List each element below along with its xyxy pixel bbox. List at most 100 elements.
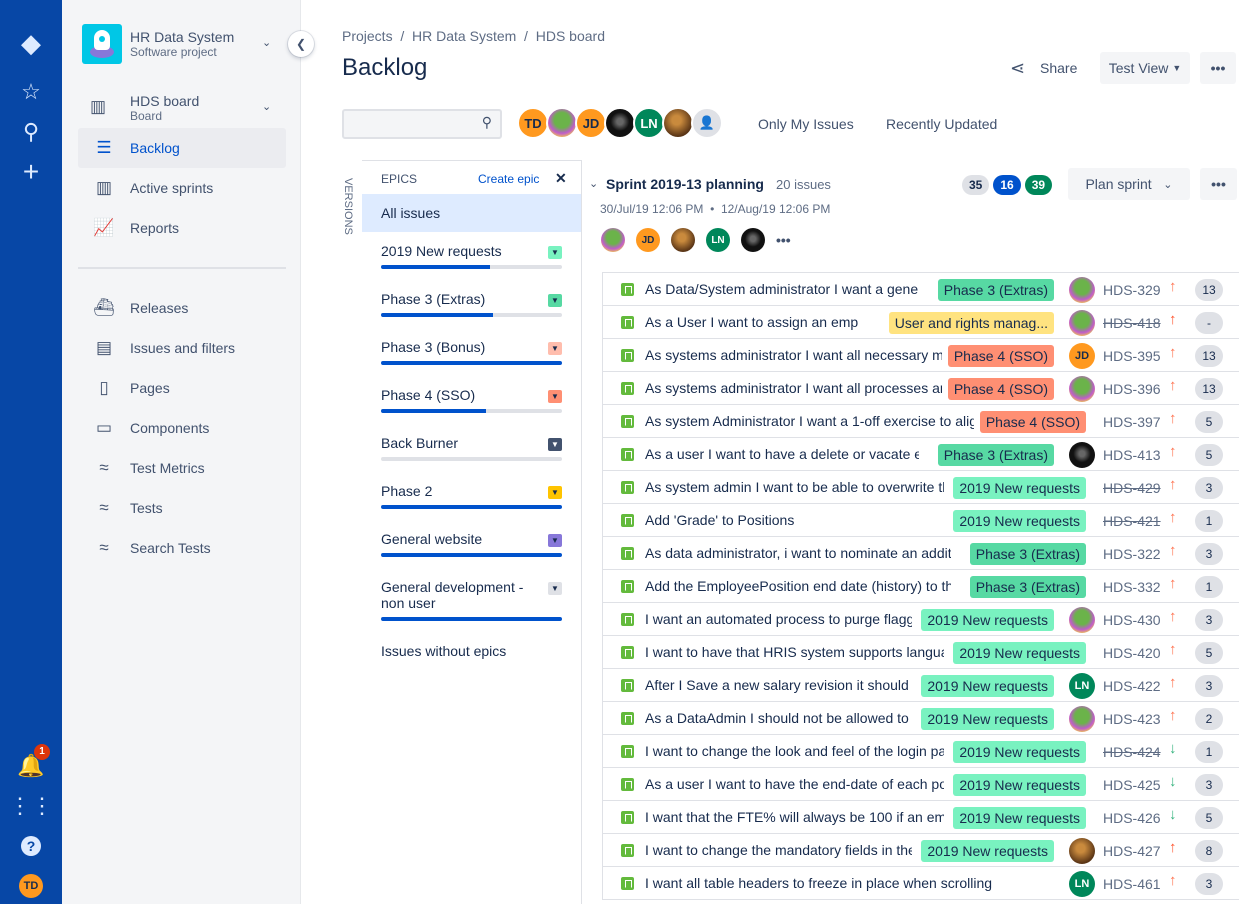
issue-summary[interactable]: As Data/System administrator I want a ge… bbox=[645, 281, 919, 297]
issue-key[interactable]: HDS-422 bbox=[1103, 678, 1161, 694]
sprint-name[interactable]: Sprint 2019-13 planning bbox=[606, 176, 764, 192]
share-button[interactable]: Share bbox=[1040, 60, 1077, 76]
epic-label[interactable]: 2019 New requests bbox=[921, 840, 1054, 862]
issue-row[interactable]: As systems administrator I want all nece… bbox=[603, 339, 1239, 372]
epic-item[interactable]: General development - non user ▼ bbox=[381, 579, 562, 621]
assignee-avatar[interactable] bbox=[1069, 838, 1095, 864]
epic-label[interactable]: 2019 New requests bbox=[921, 675, 1054, 697]
issue-summary[interactable]: Add 'Grade' to Positions bbox=[645, 512, 944, 528]
epic-item[interactable]: Phase 2 ▼ bbox=[381, 483, 562, 509]
close-icon[interactable]: ✕ bbox=[555, 170, 567, 187]
sidebar-item-components[interactable]: ▭ Components bbox=[78, 408, 286, 448]
avatar[interactable] bbox=[671, 228, 695, 252]
sprint-collapse-icon[interactable]: ⌄ bbox=[589, 177, 598, 190]
assignee-avatar[interactable] bbox=[1069, 310, 1095, 336]
avatar[interactable]: LN bbox=[633, 107, 665, 139]
board-view-select[interactable]: Test View ▼ bbox=[1100, 52, 1190, 84]
issue-row[interactable]: As a User I want to assign an employee Us… bbox=[603, 306, 1239, 339]
epic-label[interactable]: 2019 New requests bbox=[953, 807, 1086, 829]
epic-label[interactable]: Phase 3 (Extras) bbox=[969, 543, 1086, 565]
epic-label[interactable]: Phase 4 (SSO) bbox=[979, 411, 1086, 433]
issue-key[interactable]: HDS-418 bbox=[1103, 315, 1161, 331]
issue-key[interactable]: HDS-421 bbox=[1103, 513, 1161, 529]
board-name[interactable]: HDS board bbox=[130, 93, 199, 109]
issue-summary[interactable]: As a user I want to have a delete or vac… bbox=[645, 446, 919, 462]
assignee-avatar[interactable]: LN bbox=[1069, 871, 1095, 897]
issue-row[interactable]: As Data/System administrator I want a ge… bbox=[603, 273, 1239, 306]
issue-summary[interactable]: As a User I want to assign an employee bbox=[645, 314, 859, 330]
assignee-avatar[interactable] bbox=[1069, 706, 1095, 732]
assignee-avatar[interactable] bbox=[1069, 277, 1095, 303]
avatar[interactable]: JD bbox=[636, 228, 660, 252]
assignee-avatar[interactable] bbox=[1069, 607, 1095, 633]
epic-dropdown-icon[interactable]: ▼ bbox=[548, 342, 562, 355]
more-assignees-icon[interactable]: ••• bbox=[776, 232, 791, 248]
epic-label[interactable]: 2019 New requests bbox=[921, 609, 1054, 631]
versions-tab[interactable]: VERSIONS bbox=[342, 178, 354, 235]
sidebar-item-pages[interactable]: ▯ Pages bbox=[78, 368, 286, 408]
avatar[interactable] bbox=[601, 228, 625, 252]
jira-logo-icon[interactable]: ◆ bbox=[17, 28, 45, 58]
plan-sprint-button[interactable]: Plan sprint ⌄ bbox=[1068, 168, 1190, 200]
issue-key[interactable]: HDS-413 bbox=[1103, 447, 1161, 463]
issue-row[interactable]: As system admin I want to be able to ove… bbox=[603, 471, 1239, 504]
avatar[interactable]: 👤 bbox=[691, 107, 723, 139]
sidebar-item-tests[interactable]: ≈ Tests bbox=[78, 488, 286, 528]
star-icon[interactable]: ☆ bbox=[17, 78, 45, 106]
issue-row[interactable]: After I Save a new salary revision it sh… bbox=[603, 669, 1239, 702]
issue-row[interactable]: As data administrator, i want to nominat… bbox=[603, 537, 1239, 570]
all-issues-item[interactable]: All issues bbox=[362, 194, 581, 232]
issue-row[interactable]: I want all table headers to freeze in pl… bbox=[603, 867, 1239, 900]
assignee-avatar[interactable] bbox=[1069, 442, 1095, 468]
notifications-icon[interactable]: 🔔 1 bbox=[17, 744, 50, 780]
issue-row[interactable]: I want an automated process to purge fla… bbox=[603, 603, 1239, 636]
issue-row[interactable]: As a DataAdmin I should not be allowed t… bbox=[603, 702, 1239, 735]
avatar[interactable] bbox=[604, 107, 636, 139]
recently-updated-filter[interactable]: Recently Updated bbox=[886, 116, 997, 132]
issue-key[interactable]: HDS-329 bbox=[1103, 282, 1161, 298]
search-input[interactable]: ⚲ bbox=[342, 109, 502, 139]
issue-key[interactable]: HDS-425 bbox=[1103, 777, 1161, 793]
assignee-avatar[interactable] bbox=[1069, 376, 1095, 402]
issue-summary[interactable]: As systems administrator I want all nece… bbox=[645, 347, 942, 363]
issue-summary[interactable]: As a user I want to have the end-date of… bbox=[645, 776, 944, 792]
issue-row[interactable]: I want to have that HRIS system supports… bbox=[603, 636, 1239, 669]
issue-key[interactable]: HDS-332 bbox=[1103, 579, 1161, 595]
epic-label[interactable]: 2019 New requests bbox=[921, 708, 1054, 730]
issue-summary[interactable]: I want an automated process to purge fla… bbox=[645, 611, 912, 627]
epic-item[interactable]: Phase 3 (Bonus) ▼ bbox=[381, 339, 562, 365]
issue-row[interactable]: As system Administrator I want a 1-off e… bbox=[603, 405, 1239, 438]
epic-label[interactable]: 2019 New requests bbox=[953, 774, 1086, 796]
issue-key[interactable]: HDS-461 bbox=[1103, 876, 1161, 892]
sprint-more-button[interactable]: ••• bbox=[1200, 168, 1237, 200]
epic-dropdown-icon[interactable]: ▼ bbox=[548, 438, 562, 451]
epic-item[interactable]: Phase 3 (Extras) ▼ bbox=[381, 291, 562, 317]
issue-row[interactable]: I want to change the mandatory fields in… bbox=[603, 834, 1239, 867]
issue-key[interactable]: HDS-397 bbox=[1103, 414, 1161, 430]
user-avatar[interactable]: TD bbox=[19, 874, 43, 898]
issue-key[interactable]: HDS-426 bbox=[1103, 810, 1161, 826]
sidebar-item-test-metrics[interactable]: ≈ Test Metrics bbox=[78, 448, 286, 488]
issue-summary[interactable]: I want that the FTE% will always be 100 … bbox=[645, 809, 944, 825]
issue-key[interactable]: HDS-396 bbox=[1103, 381, 1161, 397]
project-name[interactable]: HR Data System bbox=[130, 29, 234, 45]
sidebar-item-search-tests[interactable]: ≈ Search Tests bbox=[78, 528, 286, 568]
avatar[interactable]: TD bbox=[517, 107, 549, 139]
issue-summary[interactable]: As a DataAdmin I should not be allowed t… bbox=[645, 710, 912, 726]
avatar[interactable] bbox=[546, 107, 578, 139]
issue-key[interactable]: HDS-427 bbox=[1103, 843, 1161, 859]
issue-summary[interactable]: As systems administrator I want all proc… bbox=[645, 380, 942, 396]
sidebar-item-backlog[interactable]: ☰ Backlog bbox=[78, 128, 286, 168]
breadcrumb-board[interactable]: HDS board bbox=[536, 28, 605, 44]
avatar[interactable] bbox=[662, 107, 694, 139]
issue-row[interactable]: I want that the FTE% will always be 100 … bbox=[603, 801, 1239, 834]
more-actions-button[interactable]: ••• bbox=[1200, 52, 1236, 84]
avatar[interactable]: JD bbox=[575, 107, 607, 139]
assignee-avatar[interactable]: LN bbox=[1069, 673, 1095, 699]
epic-label[interactable]: User and rights manag... bbox=[888, 312, 1054, 334]
avatar[interactable] bbox=[741, 228, 765, 252]
issue-key[interactable]: HDS-429 bbox=[1103, 480, 1161, 496]
issue-row[interactable]: As a user I want to have a delete or vac… bbox=[603, 438, 1239, 471]
create-icon[interactable]: + bbox=[17, 156, 45, 187]
breadcrumb-projects[interactable]: Projects bbox=[342, 28, 393, 44]
